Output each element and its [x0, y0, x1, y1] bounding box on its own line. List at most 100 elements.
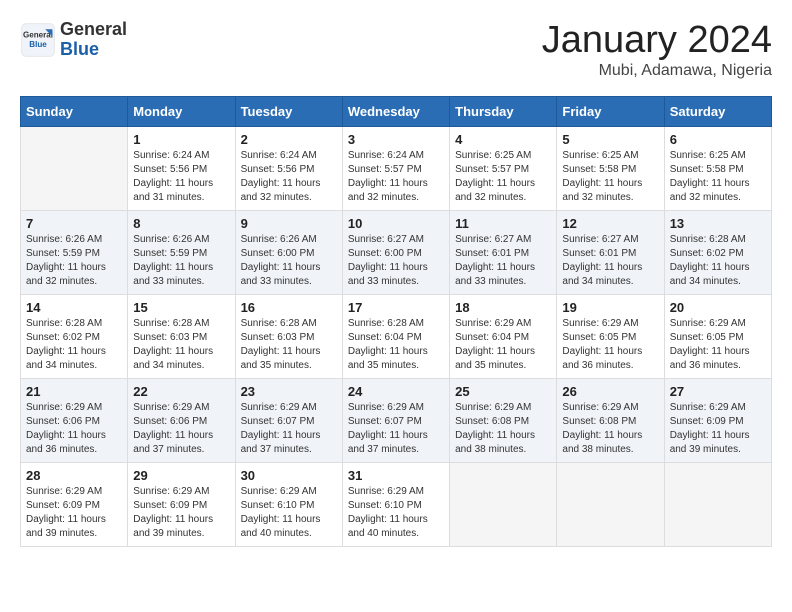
day-number: 12 — [562, 216, 658, 231]
day-detail: Sunrise: 6:29 AMSunset: 6:10 PMDaylight:… — [241, 485, 337, 541]
day-number: 1 — [133, 132, 229, 147]
day-cell: 7 Sunrise: 6:26 AMSunset: 5:59 PMDaylight… — [21, 210, 128, 294]
day-detail: Sunrise: 6:28 AMSunset: 6:02 PMDaylight:… — [26, 317, 122, 373]
title-area: January 2024 Mubi, Adamawa, Nigeria — [542, 20, 772, 80]
day-cell: 3 Sunrise: 6:24 AMSunset: 5:57 PMDaylight… — [342, 126, 449, 210]
location: Mubi, Adamawa, Nigeria — [542, 62, 772, 80]
day-number: 19 — [562, 300, 658, 315]
day-number: 15 — [133, 300, 229, 315]
day-number: 16 — [241, 300, 337, 315]
logo-general: General — [60, 20, 127, 40]
day-cell: 31Sunrise: 6:29 AMSunset: 6:10 PMDayligh… — [342, 462, 449, 546]
day-cell: 20 Sunrise: 6:29 AMSunset: 6:05 PMDayligh… — [664, 294, 771, 378]
day-detail: Sunrise: 6:26 AMSunset: 5:59 PMDaylight:… — [133, 233, 229, 289]
logo-icon: General Blue — [20, 22, 56, 58]
day-detail: Sunrise: 6:26 AMSunset: 5:59 PMDaylight:… — [26, 233, 122, 289]
day-cell: 22Sunrise: 6:29 AMSunset: 6:06 PMDayligh… — [128, 378, 235, 462]
day-cell: 19 Sunrise: 6:29 AMSunset: 6:05 PMDayligh… — [557, 294, 664, 378]
day-detail: Sunrise: 6:28 AMSunset: 6:04 PMDaylight:… — [348, 317, 444, 373]
day-number: 4 — [455, 132, 551, 147]
day-number: 25 — [455, 384, 551, 399]
header-thursday: Thursday — [450, 96, 557, 126]
page-header: General Blue General Blue January 2024 M… — [20, 20, 772, 80]
header-friday: Friday — [557, 96, 664, 126]
day-detail: Sunrise: 6:27 AMSunset: 6:00 PMDaylight:… — [348, 233, 444, 289]
day-detail: Sunrise: 6:29 AMSunset: 6:07 PMDaylight:… — [348, 401, 444, 457]
calendar-table: SundayMondayTuesdayWednesdayThursdayFrid… — [20, 96, 772, 547]
day-detail: Sunrise: 6:29 AMSunset: 6:07 PMDaylight:… — [241, 401, 337, 457]
day-number: 13 — [670, 216, 766, 231]
header-sunday: Sunday — [21, 96, 128, 126]
day-number: 21 — [26, 384, 122, 399]
month-title: January 2024 — [542, 20, 772, 62]
day-cell: 15Sunrise: 6:28 AMSunset: 6:03 PMDayligh… — [128, 294, 235, 378]
day-detail: Sunrise: 6:29 AMSunset: 6:09 PMDaylight:… — [133, 485, 229, 541]
day-number: 8 — [133, 216, 229, 231]
day-cell: 25 Sunrise: 6:29 AMSunset: 6:08 PMDayligh… — [450, 378, 557, 462]
day-cell — [450, 462, 557, 546]
day-detail: Sunrise: 6:24 AMSunset: 5:57 PMDaylight:… — [348, 149, 444, 205]
calendar-body: 1 Sunrise: 6:24 AMSunset: 5:56 PMDaylight… — [21, 126, 772, 546]
day-number: 3 — [348, 132, 444, 147]
day-number: 9 — [241, 216, 337, 231]
week-row-1: 1 Sunrise: 6:24 AMSunset: 5:56 PMDaylight… — [21, 126, 772, 210]
day-cell: 5Sunrise: 6:25 AMSunset: 5:58 PMDaylight… — [557, 126, 664, 210]
day-number: 20 — [670, 300, 766, 315]
day-cell: 29 Sunrise: 6:29 AMSunset: 6:09 PMDayligh… — [128, 462, 235, 546]
day-number: 31 — [348, 468, 444, 483]
day-cell: 16Sunrise: 6:28 AMSunset: 6:03 PMDayligh… — [235, 294, 342, 378]
day-cell: 30Sunrise: 6:29 AMSunset: 6:10 PMDayligh… — [235, 462, 342, 546]
day-detail: Sunrise: 6:29 AMSunset: 6:05 PMDaylight:… — [562, 317, 658, 373]
day-cell: 28 Sunrise: 6:29 AMSunset: 6:09 PMDayligh… — [21, 462, 128, 546]
header-saturday: Saturday — [664, 96, 771, 126]
day-cell — [21, 126, 128, 210]
logo-blue: Blue — [60, 40, 127, 60]
day-detail: Sunrise: 6:28 AMSunset: 6:02 PMDaylight:… — [670, 233, 766, 289]
day-detail: Sunrise: 6:25 AMSunset: 5:58 PMDaylight:… — [562, 149, 658, 205]
day-detail: Sunrise: 6:29 AMSunset: 6:05 PMDaylight:… — [670, 317, 766, 373]
day-detail: Sunrise: 6:29 AMSunset: 6:06 PMDaylight:… — [133, 401, 229, 457]
day-cell: 13 Sunrise: 6:28 AMSunset: 6:02 PMDayligh… — [664, 210, 771, 294]
day-number: 10 — [348, 216, 444, 231]
day-detail: Sunrise: 6:29 AMSunset: 6:08 PMDaylight:… — [455, 401, 551, 457]
day-number: 23 — [241, 384, 337, 399]
day-cell: 10 Sunrise: 6:27 AMSunset: 6:00 PMDayligh… — [342, 210, 449, 294]
day-number: 29 — [133, 468, 229, 483]
day-cell: 18 Sunrise: 6:29 AMSunset: 6:04 PMDayligh… — [450, 294, 557, 378]
day-detail: Sunrise: 6:24 AMSunset: 5:56 PMDaylight:… — [133, 149, 229, 205]
svg-text:Blue: Blue — [29, 40, 47, 49]
day-cell: 9Sunrise: 6:26 AMSunset: 6:00 PMDaylight… — [235, 210, 342, 294]
day-detail: Sunrise: 6:29 AMSunset: 6:04 PMDaylight:… — [455, 317, 551, 373]
day-number: 7 — [26, 216, 122, 231]
day-cell: 21 Sunrise: 6:29 AMSunset: 6:06 PMDayligh… — [21, 378, 128, 462]
day-detail: Sunrise: 6:24 AMSunset: 5:56 PMDaylight:… — [241, 149, 337, 205]
day-number: 26 — [562, 384, 658, 399]
day-detail: Sunrise: 6:25 AMSunset: 5:57 PMDaylight:… — [455, 149, 551, 205]
week-row-2: 7 Sunrise: 6:26 AMSunset: 5:59 PMDaylight… — [21, 210, 772, 294]
day-number: 27 — [670, 384, 766, 399]
day-number: 18 — [455, 300, 551, 315]
day-number: 11 — [455, 216, 551, 231]
week-row-4: 21 Sunrise: 6:29 AMSunset: 6:06 PMDayligh… — [21, 378, 772, 462]
day-cell: 11 Sunrise: 6:27 AMSunset: 6:01 PMDayligh… — [450, 210, 557, 294]
week-row-3: 14 Sunrise: 6:28 AMSunset: 6:02 PMDayligh… — [21, 294, 772, 378]
day-number: 14 — [26, 300, 122, 315]
day-cell — [557, 462, 664, 546]
header-tuesday: Tuesday — [235, 96, 342, 126]
day-detail: Sunrise: 6:29 AMSunset: 6:09 PMDaylight:… — [670, 401, 766, 457]
day-cell: 2Sunrise: 6:24 AMSunset: 5:56 PMDaylight… — [235, 126, 342, 210]
day-cell: 24Sunrise: 6:29 AMSunset: 6:07 PMDayligh… — [342, 378, 449, 462]
header-wednesday: Wednesday — [342, 96, 449, 126]
day-detail: Sunrise: 6:29 AMSunset: 6:09 PMDaylight:… — [26, 485, 122, 541]
day-cell: 14 Sunrise: 6:28 AMSunset: 6:02 PMDayligh… — [21, 294, 128, 378]
day-number: 6 — [670, 132, 766, 147]
day-cell: 6 Sunrise: 6:25 AMSunset: 5:58 PMDaylight… — [664, 126, 771, 210]
day-number: 28 — [26, 468, 122, 483]
day-cell: 27 Sunrise: 6:29 AMSunset: 6:09 PMDayligh… — [664, 378, 771, 462]
header-row: SundayMondayTuesdayWednesdayThursdayFrid… — [21, 96, 772, 126]
day-detail: Sunrise: 6:25 AMSunset: 5:58 PMDaylight:… — [670, 149, 766, 205]
day-cell: 12Sunrise: 6:27 AMSunset: 6:01 PMDayligh… — [557, 210, 664, 294]
header-monday: Monday — [128, 96, 235, 126]
day-detail: Sunrise: 6:29 AMSunset: 6:06 PMDaylight:… — [26, 401, 122, 457]
day-detail: Sunrise: 6:27 AMSunset: 6:01 PMDaylight:… — [455, 233, 551, 289]
